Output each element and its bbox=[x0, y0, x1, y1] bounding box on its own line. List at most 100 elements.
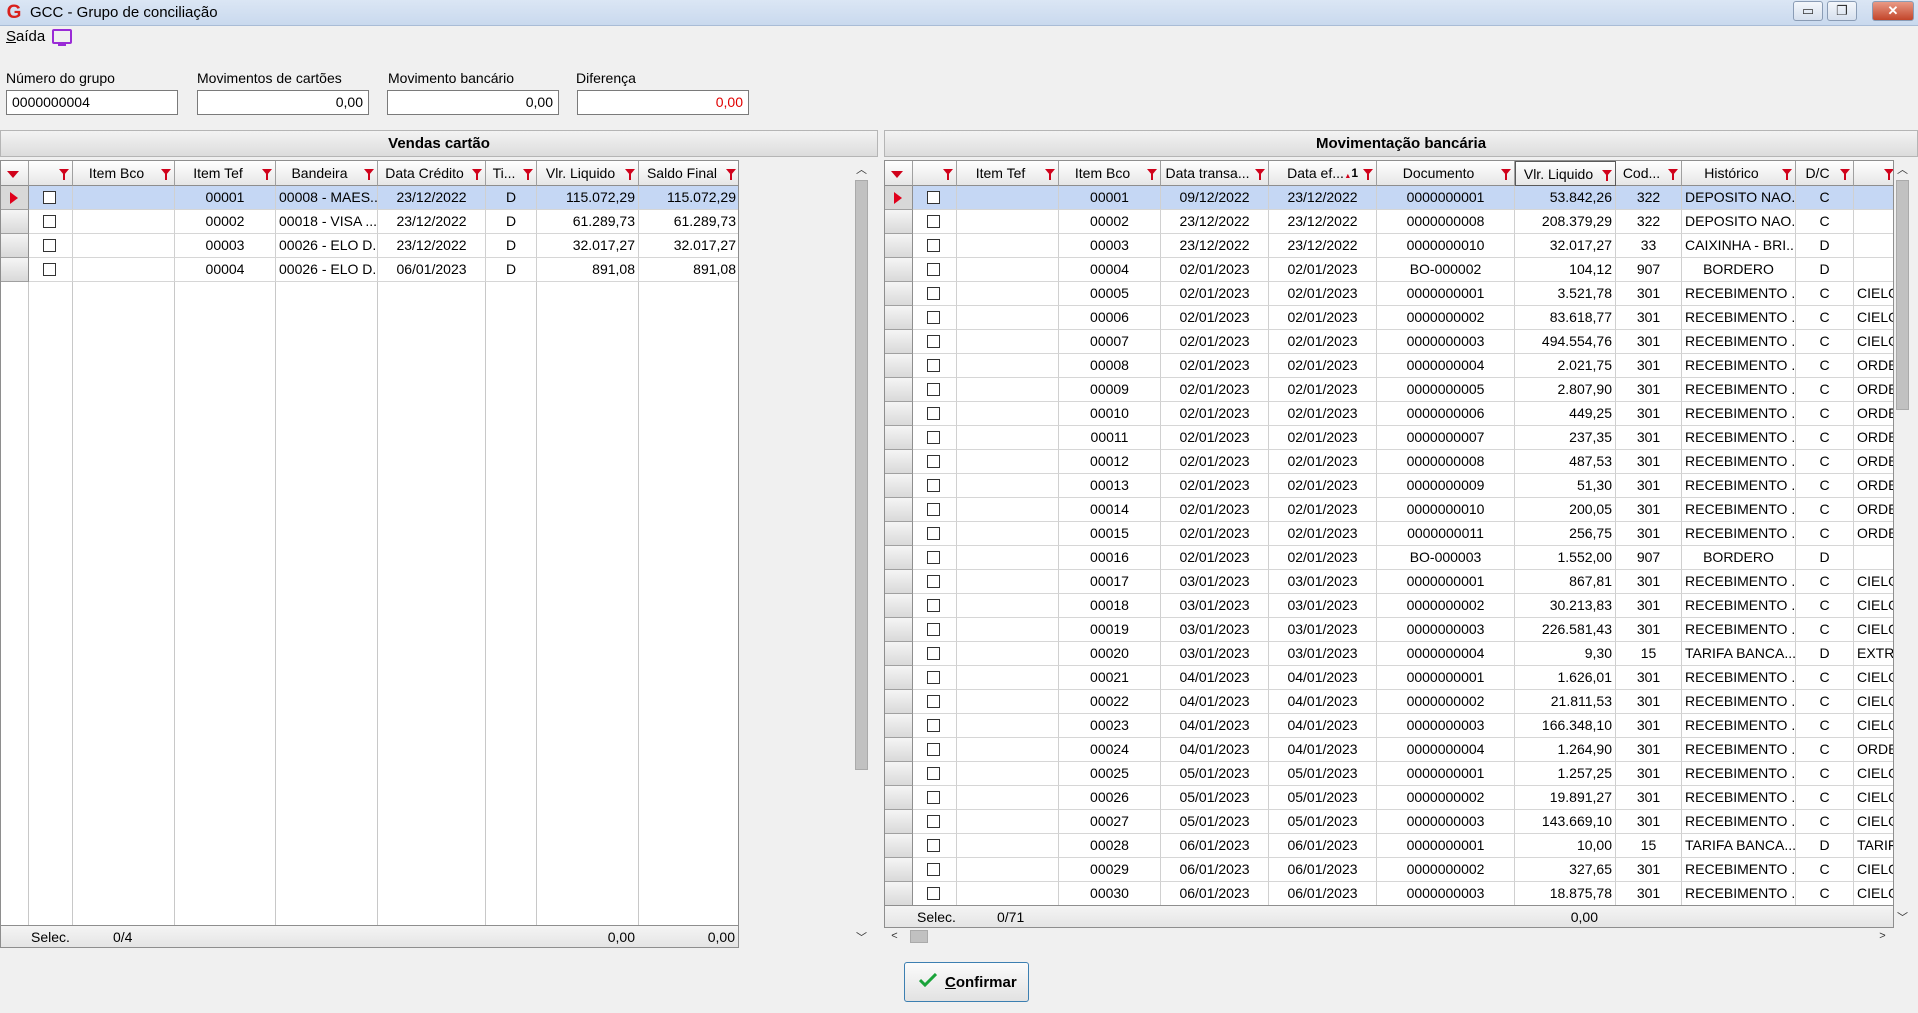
table-row[interactable]: 00014 02/01/2023 02/01/2023 0000000010 200,0… bbox=[885, 498, 1893, 522]
row-checkbox[interactable] bbox=[43, 191, 56, 204]
row-checkbox[interactable] bbox=[927, 743, 940, 756]
row-checkbox[interactable] bbox=[927, 599, 940, 612]
filter-icon[interactable] bbox=[943, 169, 953, 180]
checkbox-cell[interactable] bbox=[29, 234, 73, 258]
row-checkbox[interactable] bbox=[43, 263, 56, 276]
row-checkbox[interactable] bbox=[43, 215, 56, 228]
checkbox-cell[interactable] bbox=[29, 186, 73, 210]
row-indicator[interactable] bbox=[885, 330, 913, 354]
col-vlr-liquido[interactable]: Vlr. Liquido bbox=[537, 161, 639, 186]
table-row[interactable]: 00007 02/01/2023 02/01/2023 0000000003 494.5… bbox=[885, 330, 1893, 354]
checkbox-cell[interactable] bbox=[29, 258, 73, 282]
table-row[interactable]: 00026 05/01/2023 05/01/2023 0000000002 19.89… bbox=[885, 786, 1893, 810]
scroll-down-icon[interactable]: ﹀ bbox=[853, 930, 870, 947]
row-checkbox[interactable] bbox=[927, 335, 940, 348]
table-row[interactable]: 00025 05/01/2023 05/01/2023 0000000001 1.257… bbox=[885, 762, 1893, 786]
table-row[interactable]: 00002 23/12/2022 23/12/2022 0000000008 208.3… bbox=[885, 210, 1893, 234]
row-indicator[interactable] bbox=[885, 594, 913, 618]
filter-icon[interactable] bbox=[1884, 169, 1893, 180]
row-checkbox[interactable] bbox=[927, 815, 940, 828]
table-row[interactable]: 00024 04/01/2023 04/01/2023 0000000004 1.264… bbox=[885, 738, 1893, 762]
col-item-bco[interactable]: Item Bco bbox=[73, 161, 175, 186]
scroll-thumb[interactable] bbox=[855, 180, 868, 770]
table-row[interactable]: 00004 00026 - ELO D... 06/01/2023 D 891,08 89… bbox=[1, 258, 738, 282]
filter-icon[interactable] bbox=[625, 169, 635, 180]
row-checkbox[interactable] bbox=[927, 479, 940, 492]
row-checkbox[interactable] bbox=[927, 695, 940, 708]
row-checkbox[interactable] bbox=[927, 431, 940, 444]
col-documento[interactable]: Documento bbox=[1377, 161, 1515, 186]
row-indicator[interactable] bbox=[885, 426, 913, 450]
row-checkbox[interactable] bbox=[927, 863, 940, 876]
row-indicator[interactable] bbox=[885, 498, 913, 522]
col-data-credito[interactable]: Data Crédito bbox=[378, 161, 486, 186]
row-indicator[interactable] bbox=[885, 666, 913, 690]
row-checkbox[interactable] bbox=[927, 839, 940, 852]
row-checkbox[interactable] bbox=[927, 311, 940, 324]
filter-icon[interactable] bbox=[472, 169, 482, 180]
row-indicator[interactable] bbox=[885, 834, 913, 858]
row-indicator[interactable] bbox=[885, 642, 913, 666]
row-indicator[interactable] bbox=[885, 522, 913, 546]
minimize-button[interactable]: ▭ bbox=[1793, 1, 1823, 21]
filter-icon[interactable] bbox=[1045, 169, 1055, 180]
movimentacao-horizontal-scrollbar[interactable]: < > bbox=[884, 928, 1894, 945]
filter-icon[interactable] bbox=[1363, 169, 1373, 180]
row-checkbox[interactable] bbox=[927, 623, 940, 636]
row-indicator[interactable] bbox=[885, 258, 913, 282]
checkbox-cell[interactable] bbox=[913, 354, 957, 378]
mov-select-header[interactable] bbox=[913, 161, 957, 186]
movimentacao-vertical-scrollbar[interactable]: ︿ ﹀ bbox=[1894, 160, 1911, 928]
row-indicator[interactable] bbox=[885, 714, 913, 738]
filter-icon[interactable] bbox=[1147, 169, 1157, 180]
close-button[interactable]: ✕ bbox=[1872, 1, 1914, 21]
col-bandeira[interactable]: Bandeira bbox=[276, 161, 378, 186]
table-row[interactable]: 00005 02/01/2023 02/01/2023 0000000001 3.521… bbox=[885, 282, 1893, 306]
col-vlr-liquido[interactable]: Vlr. Liquido bbox=[1515, 161, 1616, 186]
checkbox-cell[interactable] bbox=[913, 738, 957, 762]
filter-icon[interactable] bbox=[1668, 169, 1678, 180]
row-checkbox[interactable] bbox=[927, 287, 940, 300]
col-ti[interactable]: Ti... bbox=[486, 161, 537, 186]
monitor-icon[interactable] bbox=[52, 29, 72, 46]
row-indicator[interactable] bbox=[885, 354, 913, 378]
filter-icon[interactable] bbox=[161, 169, 171, 180]
table-row[interactable]: 00022 04/01/2023 04/01/2023 0000000002 21.81… bbox=[885, 690, 1893, 714]
scroll-right-icon[interactable]: > bbox=[1874, 928, 1891, 945]
table-row[interactable]: 00018 03/01/2023 03/01/2023 0000000002 30.21… bbox=[885, 594, 1893, 618]
table-row[interactable]: 00030 06/01/2023 06/01/2023 0000000003 18.87… bbox=[885, 882, 1893, 906]
row-checkbox[interactable] bbox=[927, 551, 940, 564]
checkbox-cell[interactable] bbox=[913, 330, 957, 354]
filter-icon[interactable] bbox=[523, 169, 533, 180]
table-row[interactable]: 00020 03/01/2023 03/01/2023 0000000004 9,30 1… bbox=[885, 642, 1893, 666]
row-indicator[interactable] bbox=[885, 378, 913, 402]
table-row[interactable]: 00017 03/01/2023 03/01/2023 0000000001 867,8… bbox=[885, 570, 1893, 594]
table-row[interactable]: 00003 00026 - ELO D... 23/12/2022 D 32.017,2… bbox=[1, 234, 738, 258]
row-indicator[interactable] bbox=[885, 570, 913, 594]
col-cod[interactable]: Cod... bbox=[1616, 161, 1682, 186]
filter-icon[interactable] bbox=[1782, 169, 1792, 180]
row-indicator[interactable] bbox=[885, 186, 913, 210]
table-row[interactable]: 00027 05/01/2023 05/01/2023 0000000003 143.6… bbox=[885, 810, 1893, 834]
table-row[interactable]: 00003 23/12/2022 23/12/2022 0000000010 32.01… bbox=[885, 234, 1893, 258]
checkbox-cell[interactable] bbox=[913, 426, 957, 450]
checkbox-cell[interactable] bbox=[913, 786, 957, 810]
row-checkbox[interactable] bbox=[927, 527, 940, 540]
row-indicator[interactable] bbox=[1, 186, 29, 210]
checkbox-cell[interactable] bbox=[913, 762, 957, 786]
col-extra[interactable] bbox=[1854, 161, 1893, 186]
table-row[interactable]: 00023 04/01/2023 04/01/2023 0000000003 166.3… bbox=[885, 714, 1893, 738]
vendas-indicator-header[interactable] bbox=[1, 161, 29, 186]
row-indicator[interactable] bbox=[1, 258, 29, 282]
row-checkbox[interactable] bbox=[927, 575, 940, 588]
row-checkbox[interactable] bbox=[927, 239, 940, 252]
diferenca-field[interactable]: 0,00 bbox=[577, 90, 749, 115]
checkbox-cell[interactable] bbox=[913, 234, 957, 258]
row-indicator[interactable] bbox=[885, 306, 913, 330]
mov-bancario-field[interactable]: 0,00 bbox=[387, 90, 559, 115]
vendas-vertical-scrollbar[interactable]: ︿ ﹀ bbox=[853, 160, 870, 948]
checkbox-cell[interactable] bbox=[913, 642, 957, 666]
col-dc[interactable]: D/C bbox=[1796, 161, 1854, 186]
scroll-up-icon[interactable]: ︿ bbox=[853, 162, 870, 179]
dropdown-arrow-icon[interactable] bbox=[7, 171, 19, 178]
